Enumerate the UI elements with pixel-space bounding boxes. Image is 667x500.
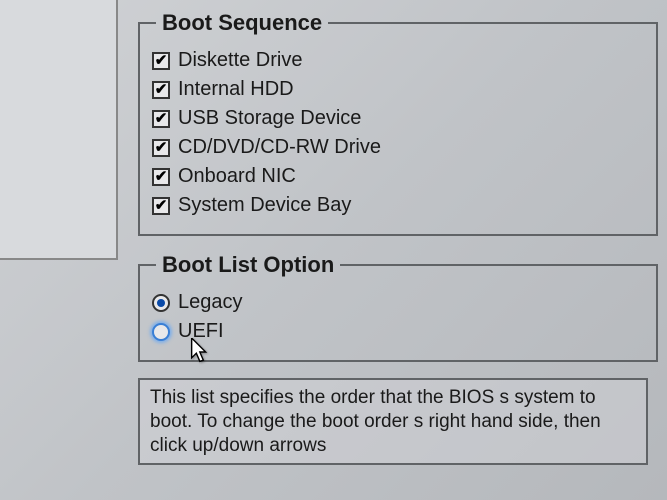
boot-item-label: Onboard NIC <box>178 165 296 188</box>
boot-item-label: Diskette Drive <box>178 49 302 72</box>
boot-item-usb-storage[interactable]: ✔ USB Storage Device <box>152 106 644 131</box>
boot-item-label: USB Storage Device <box>178 107 361 130</box>
boot-sequence-group: Boot Sequence ✔ Diskette Drive ✔ Interna… <box>138 10 658 236</box>
radio-icon <box>152 294 170 312</box>
checkbox-icon: ✔ <box>152 52 170 70</box>
boot-item-diskette[interactable]: ✔ Diskette Drive <box>152 48 644 73</box>
left-sidebar-panel <box>0 0 118 260</box>
boot-sequence-legend: Boot Sequence <box>156 10 328 36</box>
radio-icon <box>152 323 170 341</box>
boot-item-label: Internal HDD <box>178 78 294 101</box>
boot-item-label: CD/DVD/CD-RW Drive <box>178 136 381 159</box>
boot-list-option-legend: Boot List Option <box>156 252 340 278</box>
boot-item-onboard-nic[interactable]: ✔ Onboard NIC <box>152 164 644 189</box>
checkbox-icon: ✔ <box>152 110 170 128</box>
boot-item-label: System Device Bay <box>178 194 351 217</box>
checkbox-icon: ✔ <box>152 168 170 186</box>
radio-option-uefi[interactable]: UEFI <box>152 319 644 344</box>
checkbox-icon: ✔ <box>152 139 170 157</box>
checkbox-icon: ✔ <box>152 197 170 215</box>
boot-list-option-group: Boot List Option Legacy UEFI <box>138 252 658 362</box>
main-content: Boot Sequence ✔ Diskette Drive ✔ Interna… <box>138 10 658 465</box>
boot-item-system-device-bay[interactable]: ✔ System Device Bay <box>152 193 644 218</box>
boot-item-internal-hdd[interactable]: ✔ Internal HDD <box>152 77 644 102</box>
help-text: This list specifies the order that the B… <box>150 387 601 456</box>
radio-option-label: UEFI <box>178 320 224 343</box>
help-text-box: This list specifies the order that the B… <box>138 378 648 465</box>
radio-option-legacy[interactable]: Legacy <box>152 290 644 315</box>
radio-option-label: Legacy <box>178 291 243 314</box>
boot-item-cd-dvd[interactable]: ✔ CD/DVD/CD-RW Drive <box>152 135 644 160</box>
checkbox-icon: ✔ <box>152 81 170 99</box>
